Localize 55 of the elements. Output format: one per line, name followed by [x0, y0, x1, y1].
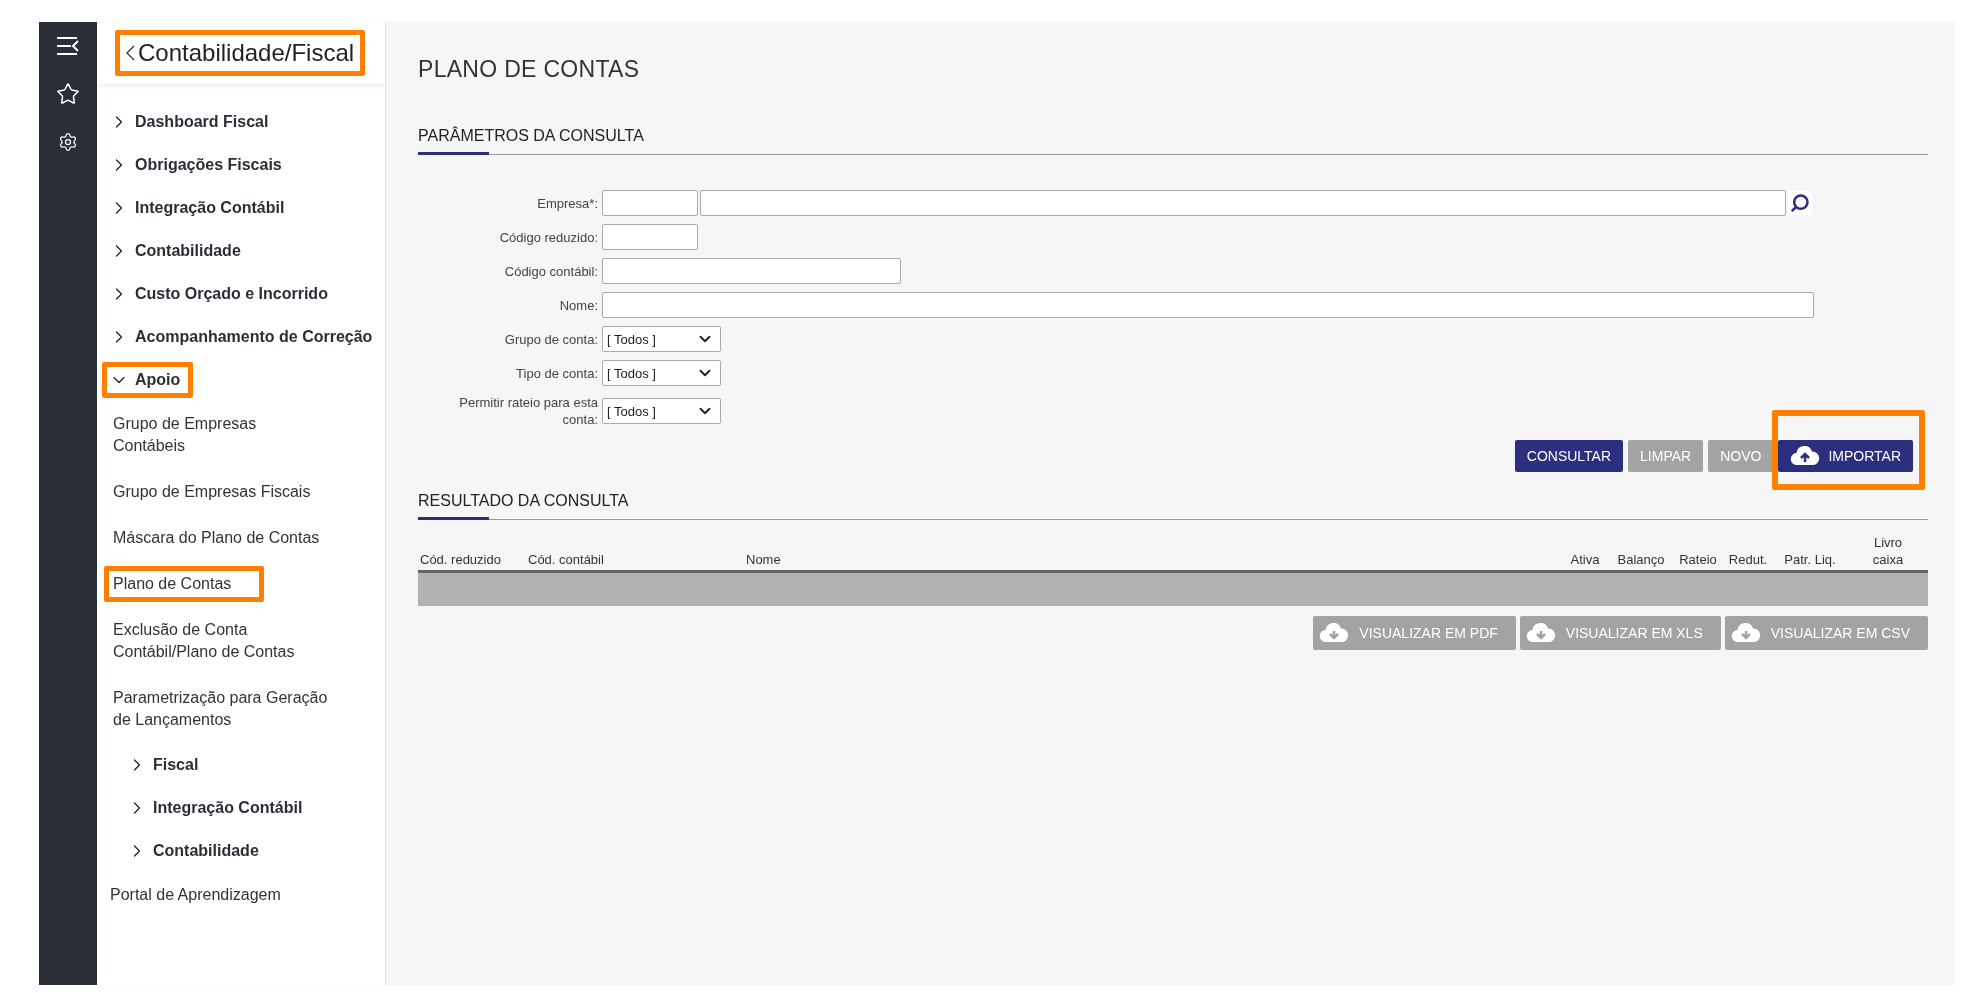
settings-icon[interactable] — [58, 132, 78, 152]
field-label: Empresa*: — [536, 194, 598, 212]
field-label: Tipo de conta: — [515, 364, 598, 382]
column-header: Livro caixa — [1871, 534, 1905, 568]
star-icon[interactable] — [56, 82, 80, 106]
primary-button[interactable]: CONSULTAR — [1514, 440, 1624, 472]
menu-link[interactable]: Portal de Aprendizagem — [106, 882, 309, 908]
menu-group[interactable]: Custo Orçado e Incorrido — [107, 280, 336, 307]
upload-cloud-icon — [1790, 445, 1821, 467]
page-title: PLANO DE CONTAS — [418, 56, 641, 83]
column-header: Cód. reduzido — [419, 551, 502, 568]
menu-group[interactable]: Integração Contábil — [125, 794, 311, 821]
menu-icon[interactable] — [56, 36, 80, 56]
menu-group[interactable]: Acompanhamento de Correção — [107, 323, 381, 350]
select-field[interactable]: [ Todos ] — [602, 398, 721, 424]
menu-group[interactable]: Integração Contábil — [107, 194, 293, 221]
column-header: Ativa — [1569, 551, 1601, 568]
section-heading: RESULTADO DA CONSULTA — [418, 492, 630, 511]
menu-group[interactable]: Apoio — [107, 366, 189, 393]
company-code-field[interactable] — [602, 190, 698, 216]
column-header: Redut. — [1727, 551, 1769, 568]
field-label: Código contábil: — [503, 262, 598, 280]
column-header: Cód. contábil — [527, 551, 605, 568]
field-label: Permitir rateio para esta conta: — [458, 394, 598, 428]
module-title[interactable]: Contabilidade/Fiscal — [120, 35, 361, 71]
menu-group[interactable]: Obrigações Fiscais — [107, 151, 290, 178]
upload-button[interactable]: IMPORTAR — [1778, 440, 1913, 472]
field-label: Código reduzido: — [498, 228, 598, 246]
search-icon[interactable] — [1788, 191, 1812, 215]
select-field[interactable]: [ Todos ] — [602, 326, 721, 352]
text-field[interactable] — [602, 292, 1814, 318]
section-heading: PARÂMETROS DA CONSULTA — [418, 127, 645, 146]
menu-group[interactable]: Contabilidade — [125, 837, 267, 864]
menu-link[interactable]: Parametrização para Geração de Lançamentos — [109, 685, 360, 733]
menu-group[interactable]: Fiscal — [125, 751, 207, 778]
menu-link[interactable]: Grupo de Empresas Fiscais — [109, 479, 339, 505]
column-header: Rateio — [1678, 551, 1718, 568]
menu-link[interactable]: Exclusão de Conta Contábil/Plano de Contas — [109, 617, 360, 665]
column-header: Patr. Liq. — [1783, 551, 1837, 568]
text-field[interactable] — [602, 258, 901, 284]
menu-link[interactable]: Plano de Contas — [109, 571, 260, 597]
column-header: Nome — [745, 551, 782, 568]
select-field[interactable]: [ Todos ] — [602, 360, 721, 386]
company-name-field[interactable] — [700, 190, 1786, 216]
menu-group[interactable]: Dashboard Fiscal — [107, 108, 277, 135]
menu-link[interactable]: Máscara do Plano de Contas — [109, 525, 348, 551]
menu-group[interactable]: Contabilidade — [107, 237, 249, 264]
menu-link[interactable]: Grupo de Empresas Contábeis — [109, 411, 360, 459]
download-cloud-icon — [1319, 622, 1350, 644]
field-label: Nome: — [558, 296, 598, 314]
field-label: Grupo de conta: — [503, 330, 598, 348]
column-header: Balanço — [1616, 551, 1666, 568]
download-cloud-icon — [1525, 622, 1556, 644]
download-cloud-icon — [1730, 622, 1761, 644]
text-field[interactable] — [602, 224, 698, 250]
